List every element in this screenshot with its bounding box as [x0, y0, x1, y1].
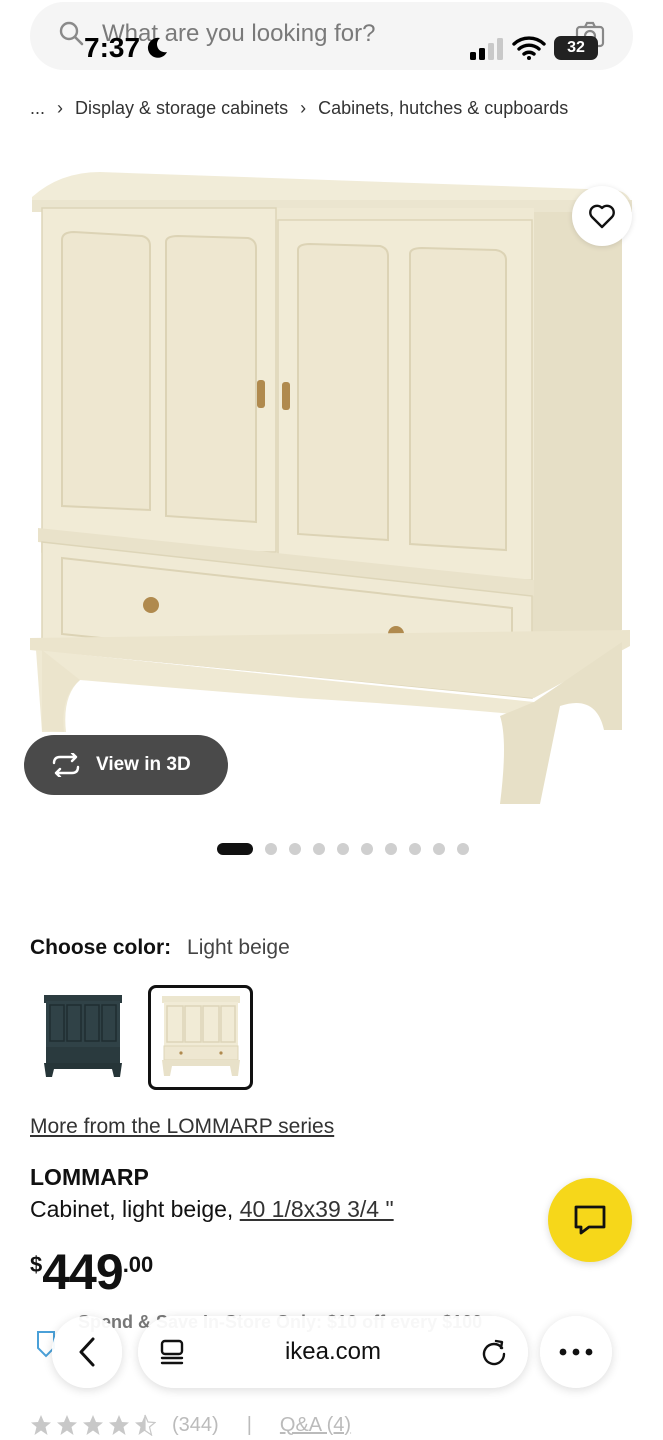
- browser-address-bar[interactable]: ikea.com: [138, 1316, 528, 1388]
- pagination-dot[interactable]: [289, 843, 301, 855]
- status-time: 7:37: [84, 32, 141, 63]
- search-input[interactable]: What are you looking for?: [102, 20, 375, 48]
- cellular-signal-icon: [470, 38, 503, 60]
- browser-back-button[interactable]: [52, 1316, 122, 1388]
- color-swatch-dark-green[interactable]: [30, 985, 135, 1090]
- qa-link[interactable]: Q&A (4): [280, 1414, 351, 1437]
- color-swatch-light-beige[interactable]: [148, 985, 253, 1090]
- price-currency: $: [30, 1252, 43, 1277]
- pagination-dot[interactable]: [313, 843, 325, 855]
- product-name: LOMMARP: [30, 1164, 149, 1190]
- star-half-icon: [135, 1414, 156, 1436]
- pagination-dot[interactable]: [265, 843, 277, 855]
- chevron-right-icon: ›: [300, 97, 307, 118]
- rating-count: (344): [172, 1413, 219, 1436]
- star-icon: [31, 1415, 51, 1435]
- product-image[interactable]: [0, 150, 663, 830]
- pagination-dot[interactable]: [457, 843, 469, 855]
- chat-icon: [574, 1205, 606, 1235]
- favorite-button[interactable]: [572, 186, 632, 246]
- pagination-dot[interactable]: [433, 843, 445, 855]
- pagination-dot[interactable]: [409, 843, 421, 855]
- chat-button[interactable]: [548, 1178, 632, 1262]
- heart-icon: [589, 204, 615, 229]
- pagination-dot[interactable]: [337, 843, 349, 855]
- breadcrumb-item-cabinets[interactable]: Cabinets, hutches & cupboards: [318, 98, 568, 119]
- moon-icon: [147, 37, 167, 58]
- cabinet-thumbnail-dark: [44, 995, 122, 1077]
- breadcrumb-item-ellipsis[interactable]: ...: [30, 98, 45, 119]
- star-icon: [57, 1415, 77, 1435]
- product-dimensions-link[interactable]: 40 1/8x39 3/4 ": [240, 1196, 394, 1222]
- rating-stars: [30, 1414, 156, 1436]
- browser-url[interactable]: ikea.com: [138, 1338, 528, 1366]
- reload-icon[interactable]: [480, 1338, 508, 1366]
- star-icon: [83, 1415, 103, 1435]
- rating-row[interactable]: (344) | Q&A (4): [30, 1412, 351, 1438]
- pagination-dot[interactable]: [385, 843, 397, 855]
- star-icon: [109, 1415, 129, 1435]
- choose-color-row: Choose color: Light beige: [30, 936, 290, 960]
- pagination-dot-active[interactable]: [217, 843, 253, 855]
- price-decimal: .00: [122, 1252, 154, 1277]
- battery-indicator: 32: [554, 36, 598, 60]
- product-price: $ 449 .00: [30, 1244, 153, 1300]
- choose-color-label: Choose color:: [30, 936, 172, 959]
- rotate-3d-icon: [52, 753, 80, 777]
- view-in-3d-button[interactable]: View in 3D: [24, 735, 228, 795]
- price-integer: 449: [42, 1244, 123, 1300]
- view-in-3d-label: View in 3D: [96, 754, 191, 775]
- image-pagination: [217, 842, 469, 856]
- breadcrumb-item-display-storage[interactable]: Display & storage cabinets: [75, 98, 288, 119]
- pagination-dot[interactable]: [361, 843, 373, 855]
- product-description: Cabinet, light beige, 40 1/8x39 3/4 ": [30, 1196, 394, 1223]
- selected-color-value: Light beige: [187, 936, 290, 959]
- chevron-left-icon: [79, 1337, 95, 1367]
- breadcrumb: ... › Display & storage cabinets › Cabin…: [30, 94, 568, 122]
- wifi-icon: [512, 36, 546, 60]
- series-link[interactable]: More from the LOMMARP series: [30, 1115, 334, 1139]
- rating-divider: |: [246, 1413, 252, 1436]
- chevron-right-icon: ›: [57, 97, 64, 118]
- product-description-text: Cabinet, light beige,: [30, 1196, 240, 1222]
- more-icon: [559, 1348, 593, 1356]
- cabinet-thumbnail-beige: [162, 996, 240, 1076]
- search-icon: [59, 21, 84, 46]
- browser-more-button[interactable]: [540, 1316, 612, 1388]
